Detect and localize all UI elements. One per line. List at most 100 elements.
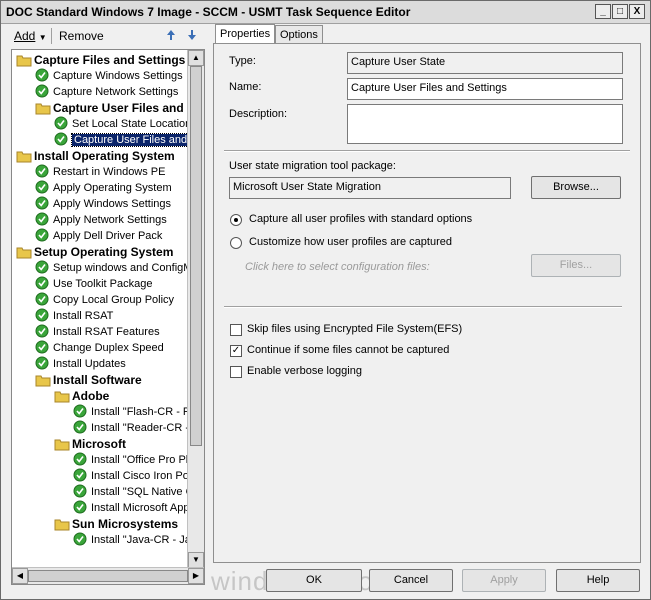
folder-icon bbox=[35, 373, 51, 387]
tree-horizontal-scrollbar[interactable]: ◀ ▶ bbox=[12, 567, 204, 584]
tree-item-label: Install "SQL Native C bbox=[91, 486, 194, 498]
tree-item-label: Install Software bbox=[53, 373, 142, 387]
skip-efs-label[interactable]: Skip files using Encrypted File System(E… bbox=[247, 323, 462, 335]
tree-group[interactable]: Install Operating System bbox=[16, 148, 175, 164]
step-success-icon bbox=[35, 68, 49, 82]
scroll-down-icon[interactable]: ▼ bbox=[188, 552, 204, 568]
customize-label[interactable]: Customize how user profiles are captured bbox=[249, 236, 452, 248]
tree-group[interactable]: Microsoft bbox=[54, 436, 126, 452]
chevron-down-icon: ▼ bbox=[38, 33, 47, 42]
tree-item-label: Change Duplex Speed bbox=[53, 342, 164, 354]
description-field[interactable] bbox=[347, 104, 623, 144]
task-sequence-tree[interactable]: Install "Java-CR - Ja Sun Microsystems Ins… bbox=[11, 49, 205, 585]
customize-radio[interactable] bbox=[230, 237, 242, 249]
capture-all-label[interactable]: Capture all user profiles with standard … bbox=[249, 213, 472, 225]
name-label: Name: bbox=[229, 81, 262, 93]
tree-item-label: Use Toolkit Package bbox=[53, 278, 153, 290]
title-bar[interactable]: DOC Standard Windows 7 Image - SCCM - US… bbox=[1, 1, 650, 24]
tree-step[interactable]: Install RSAT bbox=[35, 308, 113, 324]
folder-icon bbox=[35, 101, 51, 115]
tab-properties[interactable]: Properties bbox=[215, 24, 276, 45]
sequence-pane: Add ▼ Remove Install "Java-CR - Ja Sun Mi… bbox=[9, 23, 205, 585]
verbose-label[interactable]: Enable verbose logging bbox=[247, 365, 362, 377]
cancel-button[interactable]: Cancel bbox=[369, 569, 453, 592]
files-button[interactable]: Files... bbox=[531, 254, 621, 277]
tree-step[interactable]: Install Microsoft App bbox=[73, 500, 189, 516]
tree-group[interactable]: Adobe bbox=[54, 388, 109, 404]
tree-step[interactable]: Capture Windows Settings bbox=[35, 68, 183, 84]
tree-step[interactable]: Apply Operating System bbox=[35, 180, 172, 196]
properties-pane: Properties Options Type: Capture User St… bbox=[213, 23, 641, 563]
close-button[interactable]: X bbox=[629, 4, 645, 19]
tree-step[interactable]: Change Duplex Speed bbox=[35, 340, 164, 356]
tree-group[interactable]: Capture User Files and S bbox=[35, 100, 195, 116]
folder-icon bbox=[54, 437, 70, 451]
tree-group[interactable]: Sun Microsystems bbox=[54, 516, 178, 532]
scroll-left-icon[interactable]: ◀ bbox=[12, 568, 28, 584]
scroll-thumb[interactable] bbox=[190, 66, 202, 446]
tree-step[interactable]: Install Updates bbox=[35, 356, 126, 372]
step-success-icon bbox=[73, 532, 87, 546]
tree-item-label: Capture User Files and S bbox=[71, 133, 201, 147]
tree-step[interactable]: Capture Network Settings bbox=[35, 84, 178, 100]
description-label: Description: bbox=[229, 108, 288, 120]
skip-efs-checkbox[interactable] bbox=[230, 324, 242, 336]
apply-button[interactable]: Apply bbox=[462, 569, 546, 592]
tree-step[interactable]: Use Toolkit Package bbox=[35, 276, 152, 292]
help-button[interactable]: Help bbox=[556, 569, 640, 592]
tree-item-label: Install Updates bbox=[53, 358, 126, 370]
tree-step[interactable]: Install Cisco Iron Po bbox=[73, 468, 189, 484]
tree-step[interactable]: Restart in Windows PE bbox=[35, 164, 165, 180]
tree-item-label: Install Operating System bbox=[34, 149, 175, 163]
tree-step[interactable]: Install "Reader-CR - bbox=[73, 420, 189, 436]
maximize-button[interactable]: □ bbox=[612, 4, 628, 19]
tree-item-label: Capture Windows Settings bbox=[53, 70, 183, 82]
tree-step[interactable]: Apply Network Settings bbox=[35, 212, 167, 228]
step-success-icon bbox=[35, 212, 49, 226]
continue-checkbox[interactable]: ✓ bbox=[230, 345, 242, 357]
tree-group[interactable]: Capture Files and Settings bbox=[16, 52, 185, 68]
add-menu-button[interactable]: Add ▼ bbox=[14, 29, 47, 43]
tree-group[interactable]: Setup Operating System bbox=[16, 244, 173, 260]
tree-item-label: Apply Dell Driver Pack bbox=[53, 230, 163, 242]
tree-step[interactable]: Set Local State Location bbox=[54, 116, 191, 132]
package-field: Microsoft User State Migration bbox=[229, 177, 511, 199]
move-down-icon[interactable] bbox=[185, 28, 199, 42]
add-label: Add bbox=[14, 29, 36, 43]
tree-step[interactable]: Apply Windows Settings bbox=[35, 196, 171, 212]
tree-step[interactable]: Setup windows and ConfigM bbox=[35, 260, 192, 276]
verbose-checkbox[interactable] bbox=[230, 366, 242, 378]
scroll-thumb-horizontal[interactable] bbox=[28, 570, 188, 582]
step-success-icon bbox=[54, 132, 68, 146]
minimize-button[interactable]: _ bbox=[595, 4, 611, 19]
tree-step[interactable]: Install "Office Pro Pl bbox=[73, 452, 188, 468]
tree-step[interactable]: Install RSAT Features bbox=[35, 324, 160, 340]
name-field[interactable]: Capture User Files and Settings bbox=[347, 78, 623, 100]
folder-icon bbox=[16, 245, 32, 259]
tree-item-label: Install "Office Pro Pl bbox=[91, 454, 189, 466]
move-up-icon[interactable] bbox=[164, 28, 178, 42]
tree-step[interactable]: Apply Dell Driver Pack bbox=[35, 228, 162, 244]
divider bbox=[224, 150, 630, 152]
tree-vertical-scrollbar[interactable]: ▲ ▼ bbox=[187, 50, 204, 568]
tree-item-label: Install RSAT bbox=[53, 310, 114, 322]
scroll-up-icon[interactable]: ▲ bbox=[188, 50, 204, 66]
tree-item-label: Capture Network Settings bbox=[53, 86, 179, 98]
browse-button[interactable]: Browse... bbox=[531, 176, 621, 199]
tree-step[interactable]: Copy Local Group Policy bbox=[35, 292, 174, 308]
tree-step[interactable]: Install "SQL Native C bbox=[73, 484, 194, 500]
step-success-icon bbox=[35, 340, 49, 354]
tree-step[interactable]: Capture User Files and S bbox=[54, 132, 201, 148]
capture-all-radio[interactable] bbox=[230, 214, 242, 226]
tree-step[interactable]: Install "Java-CR - Ja bbox=[73, 532, 191, 548]
tab-options[interactable]: Options bbox=[275, 25, 323, 44]
tree-group[interactable]: Install Software bbox=[35, 372, 142, 388]
scroll-right-icon[interactable]: ▶ bbox=[188, 568, 204, 584]
tree-step[interactable]: Install "Flash-CR - F bbox=[73, 404, 190, 420]
tree-item-label: Install RSAT Features bbox=[53, 326, 160, 338]
step-success-icon bbox=[73, 468, 87, 482]
ok-button[interactable]: OK bbox=[266, 569, 362, 592]
continue-label[interactable]: Continue if some files cannot be capture… bbox=[247, 344, 449, 356]
folder-icon bbox=[54, 517, 70, 531]
remove-button[interactable]: Remove bbox=[59, 29, 104, 43]
